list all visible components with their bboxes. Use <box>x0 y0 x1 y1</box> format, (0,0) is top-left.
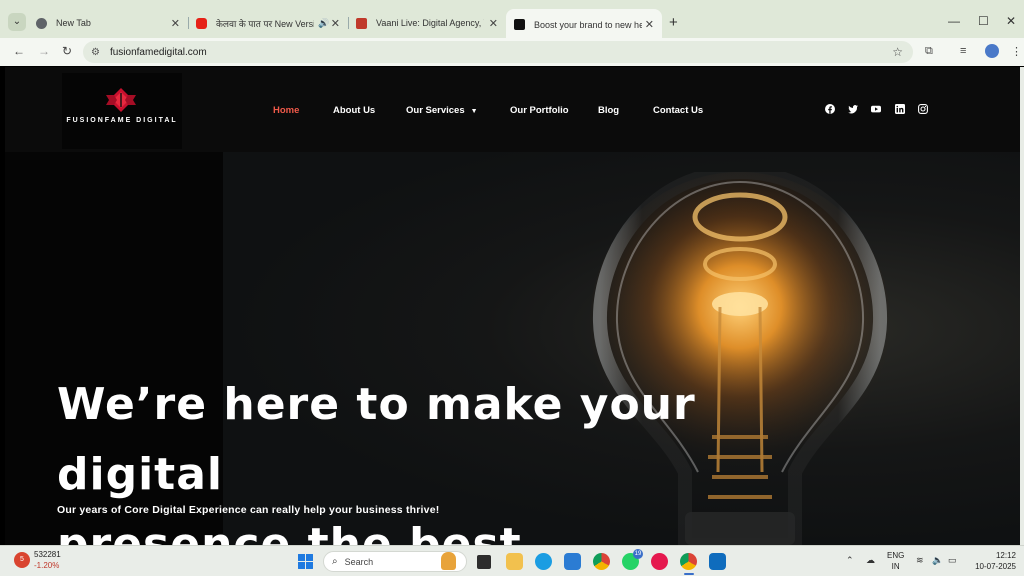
bookmark-star-icon[interactable]: ☆ <box>892 45 903 59</box>
tab-youtube[interactable]: केलवा के पात पर New Version 🔊 ✕ <box>188 11 348 35</box>
edge-icon[interactable] <box>535 553 552 570</box>
hero-subline: Our years of Core Digital Experience can… <box>57 504 440 516</box>
clock-date: 10-07-2025 <box>975 562 1016 571</box>
close-tab-icon[interactable]: ✕ <box>171 17 180 30</box>
page-scrollbar[interactable] <box>1020 67 1024 545</box>
wifi-icon[interactable]: ≋ <box>916 555 924 566</box>
browser-tab-bar: ⌄ New Tab ✕ केलवा के पात पर New Version … <box>0 0 1024 40</box>
close-window-icon[interactable]: ✕ <box>1006 14 1016 28</box>
caret-down-icon: ▼ <box>470 108 478 115</box>
site-info-icon[interactable]: ⚙ <box>91 47 100 58</box>
windows-taskbar: 5 532281 -1.20% ⌕ Search 19 ⌃ ☁ ENG IN ≋… <box>0 545 1024 576</box>
nav-about-us[interactable]: About Us <box>333 105 375 116</box>
minimize-icon[interactable]: — <box>948 14 960 28</box>
whatsapp-badge: 19 <box>633 549 643 559</box>
linkedin-icon[interactable] <box>895 104 905 114</box>
language-line2: IN <box>891 562 900 571</box>
language-line1: ENG <box>887 551 905 560</box>
tab-title: Vaani Live: Digital Agency, Web <box>376 18 484 28</box>
vscode-icon[interactable] <box>564 553 581 570</box>
volume-icon[interactable]: 🔈 <box>932 555 943 566</box>
language-indicator[interactable]: ENG IN <box>887 550 904 572</box>
logo-text: FUSIONFAME DIGITAL <box>66 117 178 124</box>
file-explorer-icon[interactable] <box>506 553 523 570</box>
youtube-icon[interactable] <box>871 104 881 114</box>
search-placeholder: Search <box>344 556 374 567</box>
media-player-icon[interactable] <box>651 553 668 570</box>
active-app-indicator <box>684 573 694 575</box>
fusionfame-logo-icon <box>106 88 136 112</box>
vaani-logo-icon <box>356 17 367 29</box>
tab-new-tab[interactable]: New Tab ✕ <box>28 11 188 35</box>
close-tab-icon[interactable]: ✕ <box>489 17 498 30</box>
profile-avatar-icon[interactable] <box>985 44 999 58</box>
site-header: FUSIONFAME DIGITAL Home About Us Our Ser… <box>5 67 1020 152</box>
tab-title: Boost your brand to new heigh <box>534 19 642 30</box>
tab-title: New Tab <box>56 18 91 28</box>
url-text: fusionfamedigital.com <box>109 46 207 58</box>
hero-section: We’re here to make your digital presence… <box>5 152 1020 545</box>
reload-icon[interactable]: ↻ <box>62 44 72 58</box>
tab-vaani[interactable]: Vaani Live: Digital Agency, Web ✕ <box>348 11 506 35</box>
browser-toolbar: ← → ↻ ⚙ fusionfamedigital.com ☆ ⧉ ≡ ⋮ <box>0 38 1024 66</box>
clock-time: 12:12 <box>995 551 1016 560</box>
nav-home[interactable]: Home <box>273 105 299 116</box>
system-clock[interactable]: 12:12 10-07-2025 <box>968 550 1016 572</box>
new-tab-button[interactable]: + <box>669 14 678 31</box>
stock-widget-icon[interactable]: 5 <box>14 552 30 568</box>
task-view-icon[interactable] <box>477 555 491 569</box>
tab-search-button[interactable]: ⌄ <box>8 13 26 31</box>
nav-blog[interactable]: Blog <box>598 105 619 116</box>
stock-change[interactable]: -1.20% <box>34 561 59 570</box>
nav-our-services[interactable]: Our Services ▼ <box>406 105 478 116</box>
close-tab-icon[interactable]: ✕ <box>645 18 654 31</box>
extensions-icon[interactable]: ⧉ <box>925 45 933 58</box>
hero-headline: We’re here to make your digital presence… <box>57 370 817 545</box>
chrome-icon <box>36 17 47 29</box>
battery-icon[interactable]: ▭ <box>948 555 957 566</box>
stock-value[interactable]: 532281 <box>34 550 61 559</box>
search-highlight-icon[interactable] <box>441 552 456 570</box>
chrome-icon[interactable] <box>593 553 610 570</box>
twitter-icon[interactable] <box>848 104 858 114</box>
tab-fusionfame[interactable]: Boost your brand to new heigh ✕ <box>506 9 662 40</box>
address-bar[interactable]: ⚙ fusionfamedigital.com ☆ <box>83 41 913 63</box>
onedrive-icon[interactable]: ☁ <box>866 555 875 566</box>
tab-title: केलवा के पात पर New Version <box>216 18 314 29</box>
show-hidden-icons[interactable]: ⌃ <box>846 555 854 566</box>
hero-headline-line1: We’re here to make your digital <box>57 379 696 500</box>
nav-contact-us[interactable]: Contact Us <box>653 105 703 116</box>
media-control-icon[interactable]: ≡ <box>960 45 966 57</box>
windows-start-icon[interactable] <box>297 553 314 570</box>
nav-our-portfolio[interactable]: Our Portfolio <box>510 105 569 116</box>
facebook-icon[interactable] <box>825 104 835 114</box>
site-logo[interactable]: FUSIONFAME DIGITAL <box>62 73 182 149</box>
youtube-icon <box>196 17 207 29</box>
nav-label: Our Services <box>406 105 465 116</box>
search-icon: ⌕ <box>332 556 338 567</box>
close-tab-icon[interactable]: ✕ <box>331 17 340 30</box>
speaker-icon[interactable]: 🔊 <box>318 18 329 29</box>
chrome-profile-icon[interactable] <box>680 553 697 570</box>
maximize-icon[interactable]: ☐ <box>978 14 989 28</box>
back-icon[interactable]: ← <box>13 44 25 58</box>
website-viewport: FUSIONFAME DIGITAL Home About Us Our Ser… <box>5 67 1020 545</box>
more-menu-icon[interactable]: ⋮ <box>1011 45 1022 58</box>
instagram-icon[interactable] <box>918 104 928 114</box>
fusionfame-favicon-icon <box>514 19 525 30</box>
outlook-icon[interactable] <box>709 553 726 570</box>
forward-icon[interactable]: → <box>38 44 50 58</box>
